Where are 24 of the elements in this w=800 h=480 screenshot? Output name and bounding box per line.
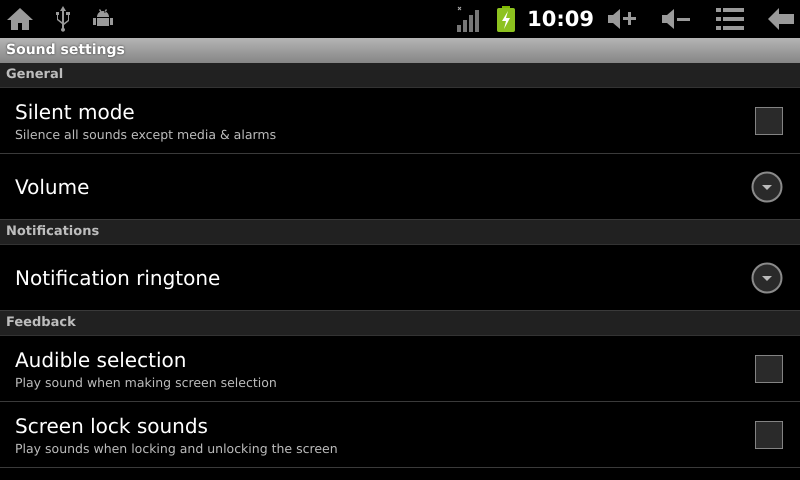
battery-icon <box>497 6 516 32</box>
setting-summary: Play sound when making screen selection <box>15 374 278 390</box>
section-header: General <box>0 63 800 88</box>
clock: 10:09 <box>527 7 594 31</box>
home-icon[interactable] <box>6 7 34 31</box>
setting-summary: Play sounds when locking and unlocking the screen <box>15 440 339 456</box>
section-header: Feedback <box>0 311 800 336</box>
section-header: Notifications <box>0 220 800 245</box>
volume-up-icon[interactable] <box>608 7 638 31</box>
checkbox[interactable] <box>755 354 783 382</box>
setting-title: Silent mode <box>15 100 136 124</box>
signal-icon <box>457 6 482 32</box>
setting-title: Audible selection <box>15 348 188 372</box>
setting-summary: Silence all sounds except media & alarms <box>15 126 278 142</box>
checkbox[interactable] <box>755 106 783 134</box>
setting-title: Screen lock sounds <box>15 414 209 438</box>
screen-title: Sound settings <box>0 38 800 63</box>
checkbox[interactable] <box>755 420 783 448</box>
back-icon[interactable] <box>768 8 794 30</box>
menu-icon[interactable] <box>716 8 744 30</box>
usb-icon <box>56 6 70 32</box>
setting-title: Volume <box>15 174 90 198</box>
volume-down-icon[interactable] <box>662 7 692 31</box>
setting-title: Notification ringtone <box>15 266 222 290</box>
